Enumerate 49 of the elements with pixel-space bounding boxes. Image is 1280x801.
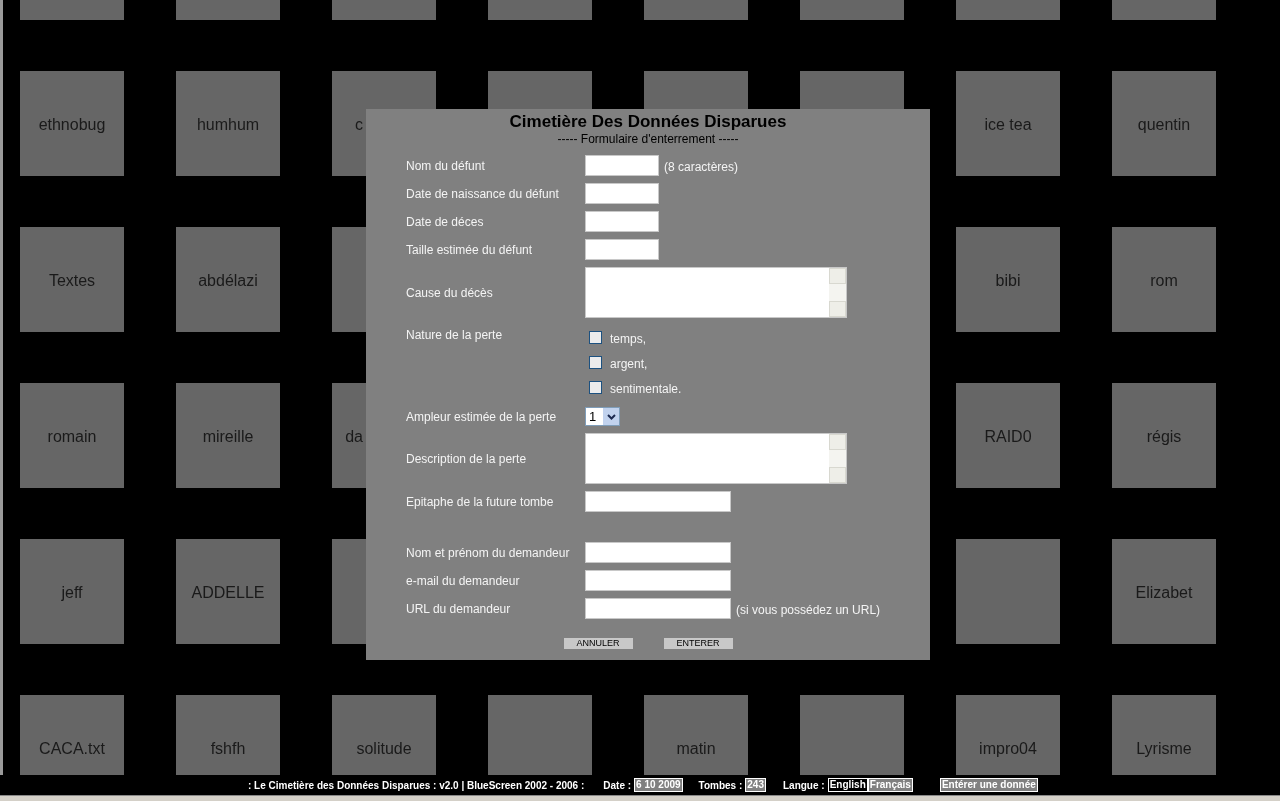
tile-label: c — [355, 114, 363, 135]
tile-label: Lyrisme — [1136, 738, 1192, 759]
field-label: Epitaphe de la future tombe — [406, 493, 555, 511]
tile-label: mireille — [202, 426, 254, 447]
tile-label: solitude — [356, 738, 412, 759]
tile-label: RAID0 — [984, 426, 1032, 447]
field-label: URL du demandeur — [406, 600, 512, 618]
tile-label: rom — [1150, 270, 1178, 291]
dialog-title: Cimetière Des Données Disparues — [509, 112, 787, 132]
tile-label: ethnobug — [38, 114, 106, 135]
tile-label: Textes — [48, 270, 96, 291]
field-hint: (si vous possédez un URL) — [736, 601, 881, 619]
field-label: Cause du décès — [406, 284, 494, 302]
tile-label: Elizabet — [1135, 582, 1193, 603]
select-value: 1 — [588, 410, 598, 423]
tile-label: romain — [47, 426, 97, 447]
footer-credit: : Le Cimetière des Données Disparues : v2.0 | BlueScreen 2002 - 2006 : — [248, 778, 585, 793]
date-value: 6 10 2009 — [634, 778, 683, 792]
date-label: Date : — [603, 778, 632, 793]
field-hint: (8 caractères) — [664, 158, 739, 176]
field-label: e-mail du demandeur — [406, 572, 521, 590]
tile-label: fshfh — [210, 738, 246, 759]
tombs-count: 243 — [745, 778, 766, 792]
field-label: Nom du défunt — [406, 157, 486, 175]
tile-label: ice tea — [984, 114, 1032, 135]
tile-label: humhum — [196, 114, 260, 135]
tile-label: quentin — [1137, 114, 1191, 135]
tile-label: ADDELLE — [191, 582, 265, 603]
language-label: Langue : — [783, 778, 825, 793]
field-label: Date de naissance du défunt — [406, 185, 560, 203]
tile-label: CACA.txt — [39, 738, 105, 759]
tile-label: impro04 — [979, 738, 1037, 759]
tile-label: régis — [1146, 426, 1182, 447]
tile-label: abdélazi — [198, 270, 258, 291]
field-label: Date de déces — [406, 213, 485, 231]
tile-label: matin — [676, 738, 716, 759]
tile-label: bibi — [995, 270, 1021, 291]
field-label: Ampleur estimée de la perte — [406, 408, 558, 426]
field-label: Description de la perte — [406, 450, 528, 468]
checkbox-label: argent, — [610, 356, 648, 373]
checkbox-label: temps, — [610, 331, 646, 348]
tile-label: jeff — [61, 582, 83, 603]
tombs-label: Tombes : — [698, 778, 743, 793]
field-label: Nom et prénom du demandeur — [406, 544, 571, 562]
checkbox-label: sentimentale. — [610, 381, 682, 398]
field-label: Taille estimée du défunt — [406, 241, 534, 259]
field-label: Nature de la perte — [406, 327, 504, 344]
tile-label: da — [345, 426, 363, 447]
dialog-subtitle: ----- Formulaire d'enterrement ----- — [557, 132, 739, 146]
